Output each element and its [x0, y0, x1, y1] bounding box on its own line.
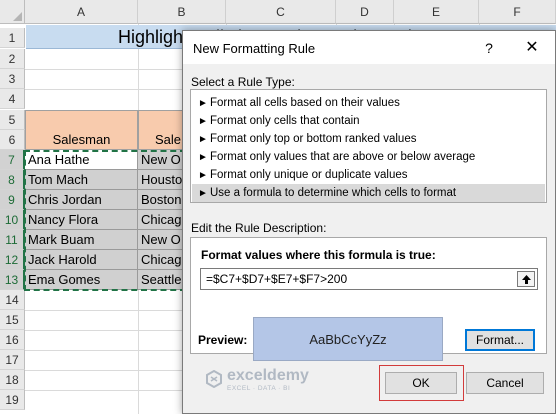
cell-salesman[interactable]: Ema Gomes — [25, 270, 138, 290]
row-header-15[interactable]: 15 — [0, 310, 25, 330]
formula-value: =$C7+$D7+$E7+$F7>200 — [206, 272, 348, 286]
row-header-8[interactable]: 8 — [0, 170, 25, 190]
cell-region[interactable]: New O — [138, 150, 188, 170]
column-header-f[interactable]: F — [479, 0, 556, 24]
column-header-b[interactable]: B — [138, 0, 226, 24]
rule-type-item[interactable]: ► Format only cells that contain — [192, 112, 545, 130]
row-header-2[interactable]: 2 — [0, 49, 25, 69]
row-header-17[interactable]: 17 — [0, 350, 25, 370]
column-header-a[interactable]: A — [25, 0, 138, 24]
arrow-right-icon: ► — [198, 134, 208, 145]
rule-type-label: Format only values that are above or bel… — [210, 151, 476, 163]
watermark-name: exceldemy — [227, 367, 309, 384]
rule-type-label: Format only cells that contain — [210, 115, 360, 127]
cell-region[interactable]: New O — [138, 230, 188, 250]
close-icon[interactable]: ✕ — [519, 36, 545, 60]
row-header-4[interactable]: 4 — [0, 89, 25, 109]
collapse-dialog-button[interactable] — [517, 271, 535, 287]
arrow-right-icon: ► — [198, 170, 208, 181]
rule-type-label: Use a formula to determine which cells t… — [210, 187, 457, 199]
rule-type-item[interactable]: ► Format only unique or duplicate values — [192, 166, 545, 184]
cell-region[interactable]: Boston — [138, 190, 188, 210]
column-header-e[interactable]: E — [394, 0, 479, 24]
row-header-9[interactable]: 9 — [0, 190, 25, 210]
watermark-tagline: EXCEL · DATA · BI — [227, 385, 291, 392]
row-header-6[interactable]: 6 — [0, 130, 25, 150]
row-header-11[interactable]: 11 — [0, 230, 25, 250]
cell-region[interactable]: Seattle — [138, 270, 188, 290]
exceldemy-watermark: exceldemy EXCEL · DATA · BI — [205, 367, 309, 392]
new-formatting-rule-dialog: New Formatting Rule ? ✕ Select a Rule Ty… — [182, 30, 556, 414]
column-header-c[interactable]: C — [226, 0, 336, 24]
formula-label: Format values where this formula is true… — [201, 248, 436, 262]
rule-type-item[interactable]: ► Format only top or bottom ranked values — [192, 130, 545, 148]
cell-region[interactable]: Chicag — [138, 250, 188, 270]
row-header-10[interactable]: 10 — [0, 210, 25, 230]
row-header-14[interactable]: 14 — [0, 290, 25, 310]
cell-salesman[interactable]: Jack Harold — [25, 250, 138, 270]
preview-label: Preview: — [198, 333, 248, 347]
row-header-19[interactable]: 19 — [0, 390, 25, 410]
help-icon[interactable]: ? — [479, 38, 499, 58]
exceldemy-logo-icon — [206, 369, 222, 389]
row-header-1[interactable]: 1 — [0, 28, 25, 48]
rule-type-item[interactable]: ► Format only values that are above or be… — [192, 148, 545, 166]
preview-sample: AaBbCcYyZz — [253, 317, 443, 361]
rule-type-label: Format only top or bottom ranked values — [210, 133, 417, 145]
select-rule-type-label: Select a Rule Type: — [191, 75, 295, 89]
cell-salesman[interactable]: Mark Buam — [25, 230, 138, 250]
column-header-d[interactable]: D — [336, 0, 394, 24]
rule-type-item[interactable]: ► Format all cells based on their values — [192, 94, 545, 112]
format-button[interactable]: Format... — [465, 329, 535, 351]
cell-salesman[interactable]: Chris Jordan — [25, 190, 138, 210]
arrow-right-icon: ► — [198, 188, 208, 199]
row-header-5[interactable]: 5 — [0, 110, 25, 130]
dialog-titlebar[interactable]: New Formatting Rule ? ✕ — [183, 31, 555, 64]
arrow-right-icon: ► — [198, 152, 208, 163]
formula-input[interactable]: =$C7+$D7+$E7+$F7>200 — [200, 268, 538, 290]
rule-type-label: Format all cells based on their values — [210, 97, 400, 109]
ok-button[interactable]: OK — [385, 372, 457, 394]
row-header-13[interactable]: 13 — [0, 270, 25, 290]
row-header-18[interactable]: 18 — [0, 370, 25, 390]
arrow-right-icon: ► — [198, 116, 208, 127]
cell-salesman[interactable]: Nancy Flora — [25, 210, 138, 230]
rule-type-list[interactable]: ► Format all cells based on their values … — [190, 89, 547, 203]
dialog-title: New Formatting Rule — [193, 41, 316, 56]
cancel-button[interactable]: Cancel — [466, 372, 544, 394]
select-all-corner[interactable] — [0, 0, 25, 24]
arrow-up-icon — [522, 275, 531, 284]
row-header-7[interactable]: 7 — [0, 150, 25, 170]
rule-type-label: Format only unique or duplicate values — [210, 169, 408, 181]
row-header-16[interactable]: 16 — [0, 330, 25, 350]
rule-type-item-selected[interactable]: ► Use a formula to determine which cells … — [192, 184, 545, 202]
cell-salesman[interactable]: Tom Mach — [25, 170, 138, 190]
header-salesman[interactable]: Salesman — [25, 110, 138, 150]
cell-region[interactable]: Chicag — [138, 210, 188, 230]
row-header-3[interactable]: 3 — [0, 69, 25, 89]
row-header-12[interactable]: 12 — [0, 250, 25, 270]
edit-description-label: Edit the Rule Description: — [191, 221, 327, 235]
arrow-right-icon: ► — [198, 98, 208, 109]
cell-region[interactable]: Housto — [138, 170, 188, 190]
cell-salesman[interactable]: Ana Hathe — [25, 150, 138, 170]
